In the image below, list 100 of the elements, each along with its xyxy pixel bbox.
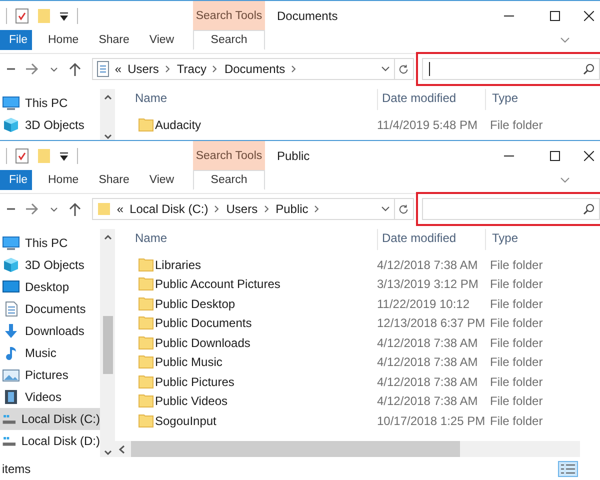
expand-ribbon-icon[interactable] [560, 177, 570, 183]
forward-arrow-icon[interactable] [25, 203, 40, 215]
date-cell: 12/13/2018 6:37 PM [377, 316, 486, 330]
forward-arrow-icon[interactable] [25, 63, 40, 75]
date-cell: 3/13/2019 3:12 PM [377, 277, 478, 292]
ribbon-tab[interactable]: Home [38, 30, 89, 50]
file-name: Libraries [155, 258, 202, 272]
chevron-icon [164, 65, 171, 73]
recent-locations-icon[interactable] [50, 66, 58, 72]
pictures-icon [2, 367, 20, 383]
scroll-up-icon[interactable] [104, 235, 112, 240]
computer-icon [2, 235, 20, 251]
scroll-down-icon[interactable] [104, 450, 112, 455]
nav-item[interactable]: Music [0, 342, 100, 364]
film-icon [2, 389, 20, 405]
ribbon-tab[interactable]: View [139, 170, 184, 190]
address-bar[interactable]: « Users Tracy Documents [92, 58, 395, 80]
type-cell: File folder [490, 394, 543, 408]
file-name: Public Account Pictures [155, 277, 280, 292]
chevron-icon [214, 205, 220, 213]
ribbon-tab[interactable]: Share [88, 30, 140, 50]
nav-item[interactable]: 3D Objects [0, 254, 100, 276]
maximize-icon[interactable] [550, 150, 560, 160]
search-icon[interactable] [583, 203, 595, 215]
ribbon-tab[interactable]: Search [193, 30, 265, 50]
up-arrow-icon[interactable] [69, 202, 82, 216]
refresh-icon [398, 64, 410, 74]
overflow-chevron[interactable]: « [114, 62, 122, 76]
cube-icon [2, 117, 20, 133]
address-bar[interactable]: « Local Disk (C:) Users Public [92, 198, 395, 220]
ribbon-tab[interactable]: View [139, 30, 184, 50]
nav-item[interactable]: Local Disk (C:) [0, 408, 100, 430]
column-header[interactable]: Type [485, 89, 518, 110]
file-name: Public Pictures [155, 374, 234, 389]
scrollbar-thumb[interactable] [102, 316, 112, 374]
file-name: SogouInput [155, 414, 216, 428]
nav-item[interactable]: Pictures [0, 364, 100, 386]
computer-icon [2, 95, 20, 111]
column-header[interactable]: Date modified [377, 89, 456, 110]
horizontal-scrollbar[interactable] [115, 441, 580, 457]
breadcrumb[interactable]: Local Disk (C:) [130, 202, 208, 216]
type-cell: File folder [490, 296, 543, 311]
nav-item[interactable]: This PC [0, 232, 100, 254]
breadcrumb[interactable]: Documents [224, 62, 286, 76]
maximize-icon[interactable] [550, 10, 560, 20]
ribbon-tab[interactable]: Share [88, 170, 140, 190]
search-icon[interactable] [583, 63, 595, 75]
nav-item[interactable]: Videos [0, 386, 100, 408]
properties-icon[interactable] [15, 8, 29, 24]
refresh-button[interactable] [394, 58, 414, 80]
type-cell: File folder [490, 336, 543, 350]
date-cell: 10/17/2018 1:25 PM [377, 414, 486, 428]
type-cell: File folder [490, 374, 543, 389]
dropdown-icon[interactable] [59, 10, 69, 20]
scroll-down-icon[interactable] [104, 134, 112, 139]
recent-locations-icon[interactable] [50, 206, 58, 212]
ribbon-tab[interactable]: Search [193, 170, 265, 190]
type-cell: File folder [490, 355, 543, 370]
column-header[interactable]: Name [135, 231, 168, 245]
scroll-up-icon[interactable] [104, 95, 112, 100]
close-icon[interactable] [584, 10, 594, 20]
nav-item[interactable]: Downloads [0, 320, 100, 342]
nav-item[interactable]: This PC [0, 92, 100, 114]
column-header[interactable]: Type [485, 229, 518, 250]
file-tab[interactable]: File [0, 30, 32, 50]
nav-item[interactable]: Desktop [0, 276, 100, 298]
ribbon-tab[interactable]: Home [38, 170, 89, 190]
date-cell: 11/4/2019 5:48 PM [377, 118, 478, 132]
nav-item[interactable]: Documents [0, 298, 100, 320]
breadcrumb[interactable]: Tracy [176, 62, 206, 76]
breadcrumb[interactable]: Users [226, 202, 258, 216]
dropdown-icon[interactable] [380, 206, 390, 212]
refresh-button[interactable] [394, 198, 414, 220]
up-arrow-icon[interactable] [69, 62, 82, 76]
file-name: Public Music [155, 355, 222, 370]
breadcrumb[interactable]: Users [128, 62, 159, 76]
column-header[interactable]: Date modified [377, 229, 456, 250]
vertical-scrollbar[interactable] [100, 89, 115, 140]
desktop-icon [2, 279, 20, 295]
vertical-scrollbar[interactable] [100, 229, 115, 457]
chevron-icon [291, 65, 298, 73]
date-cell: 4/12/2018 7:38 AM [377, 355, 478, 370]
expand-ribbon-icon[interactable] [560, 37, 570, 43]
date-cell: 4/12/2018 7:38 AM [377, 394, 478, 408]
dropdown-icon[interactable] [380, 66, 390, 72]
details-view-button[interactable] [558, 461, 578, 477]
column-header[interactable]: Name [135, 91, 168, 105]
file-tab[interactable]: File [0, 170, 32, 190]
nav-item[interactable]: Local Disk (D:) [0, 430, 100, 452]
date-cell: 11/22/2019 10:12 [377, 296, 470, 311]
properties-icon[interactable] [15, 148, 29, 164]
dropdown-icon[interactable] [59, 150, 69, 160]
breadcrumb[interactable]: Public [276, 202, 308, 216]
overflow-chevron[interactable]: « [116, 202, 124, 216]
scroll-left-icon[interactable] [119, 444, 125, 454]
refresh-icon [398, 204, 410, 214]
nav-item[interactable]: 3D Objects [0, 114, 100, 136]
date-cell: 4/12/2018 7:38 AM [377, 258, 478, 272]
type-cell: File folder [490, 277, 543, 292]
close-icon[interactable] [584, 150, 594, 160]
